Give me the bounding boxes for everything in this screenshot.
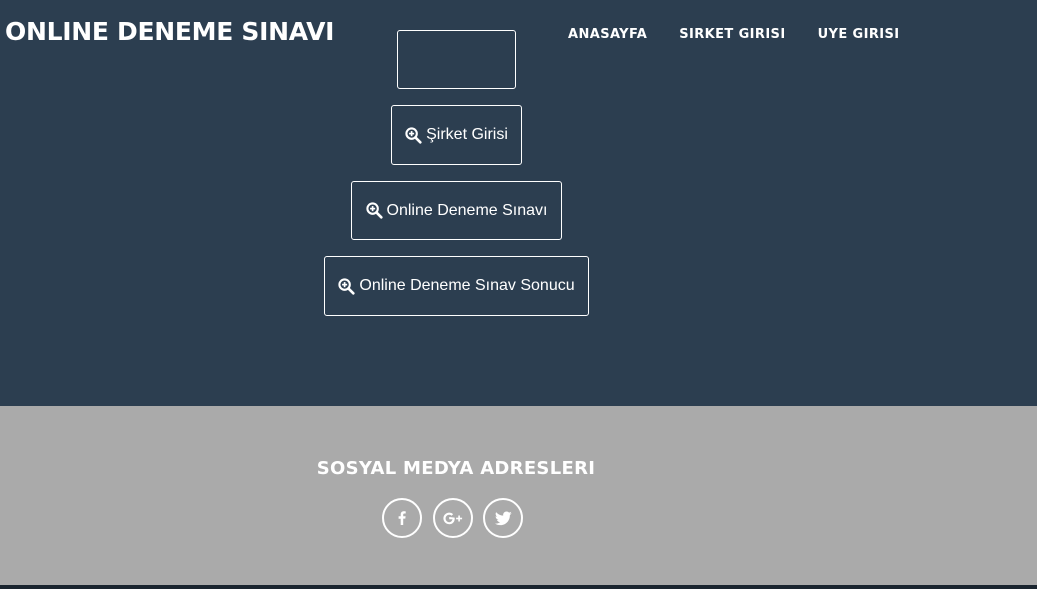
- google-plus-link[interactable]: [433, 498, 473, 538]
- bottom-bar: [0, 585, 1037, 589]
- nav-link-sirket-girisi[interactable]: SIRKET GIRISI: [679, 27, 785, 42]
- zoom-in-icon: [405, 126, 422, 144]
- facebook-link[interactable]: [382, 498, 422, 538]
- twitter-link[interactable]: [483, 498, 523, 538]
- sirket-girisi-label: Şirket Girisi: [426, 126, 508, 143]
- facebook-icon: [398, 511, 406, 525]
- footer: SOSYAL MEDYA ADRESLERI: [0, 406, 1037, 585]
- navbar: ONLINE DENEME SINAVI ANASAYFA SIRKET GIR…: [0, 0, 1037, 68]
- google-plus-icon: [443, 512, 463, 525]
- twitter-icon: [494, 510, 512, 525]
- online-deneme-sinavi-button[interactable]: Online Deneme Sınavı: [351, 181, 562, 240]
- online-deneme-sinav-sonucu-button[interactable]: Online Deneme Sınav Sonucu: [324, 256, 589, 316]
- nav-link-anasayfa[interactable]: ANASAYFA: [568, 27, 647, 42]
- online-deneme-sinav-sonucu-label: Online Deneme Sınav Sonucu: [359, 277, 575, 294]
- online-deneme-sinavi-label: Online Deneme Sınavı: [386, 201, 548, 219]
- zoom-in-icon: [338, 277, 355, 295]
- nav-link-uye-girisi[interactable]: UYE GIRISI: [818, 27, 900, 42]
- nav-links: ANASAYFA SIRKET GIRISI UYE GIRISI: [568, 27, 900, 42]
- zoom-in-icon: [365, 202, 383, 219]
- sirket-girisi-button[interactable]: Şirket Girisi: [391, 105, 522, 165]
- brand-title[interactable]: ONLINE DENEME SINAVI: [5, 17, 334, 46]
- footer-title: SOSYAL MEDYA ADRESLERI: [316, 458, 596, 479]
